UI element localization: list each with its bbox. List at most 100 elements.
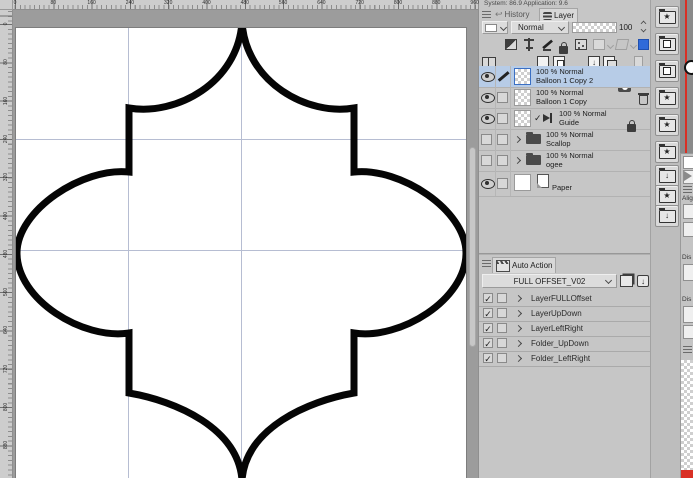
action-set-select[interactable]: FULL OFFSET_V02 — [482, 274, 617, 288]
distribute-label: Dis — [682, 254, 692, 261]
toggle-checkbox[interactable] — [497, 338, 507, 348]
material-favorites-button[interactable]: ★ — [655, 6, 679, 28]
ruler-label: 80 — [50, 0, 57, 6]
layer-name: ogee — [546, 159, 563, 169]
toggle-checkbox[interactable] — [497, 323, 507, 333]
tab-layer[interactable]: Layer — [539, 8, 579, 22]
material-3d-button[interactable] — [655, 60, 679, 82]
material-folder-button[interactable]: ★ — [655, 87, 679, 109]
visibility-eye-icon[interactable] — [481, 179, 495, 189]
action-row[interactable]: ✓ LayerFULLOffset — [479, 291, 650, 307]
material-download-button[interactable]: ↓ — [655, 165, 679, 187]
enabled-checkbox[interactable]: ✓ — [483, 293, 493, 304]
expand-chevron-icon[interactable] — [514, 294, 523, 303]
layer-row-balloon-1-copy-2[interactable]: 100 % Normal Balloon 1 Copy 2 — [479, 66, 650, 88]
expand-chevron-icon[interactable] — [514, 324, 523, 333]
select-checkbox[interactable] — [497, 92, 508, 103]
visibility-checkbox[interactable] — [481, 134, 492, 145]
expand-chevron-icon[interactable] — [513, 135, 522, 144]
enable-mask-icon[interactable] — [593, 39, 605, 50]
system-status-text: System: 86.9 Application: 9.6 — [484, 0, 568, 7]
toggle-checkbox[interactable] — [497, 353, 507, 363]
chevron-down-icon — [499, 23, 508, 32]
import-action-icon[interactable]: ↓ — [637, 275, 649, 287]
new-action-set-icon[interactable] — [620, 275, 633, 287]
layer-thumbnail[interactable] — [514, 68, 531, 85]
action-name: LayerLeftRight — [531, 324, 584, 333]
chevron-down-icon[interactable] — [606, 41, 615, 50]
visibility-eye-icon[interactable] — [481, 93, 495, 103]
visibility-eye-icon[interactable] — [481, 114, 495, 124]
preview-box[interactable] — [683, 170, 693, 184]
reference-layer-icon[interactable] — [523, 38, 535, 51]
document-canvas[interactable] — [15, 27, 467, 478]
tab-history[interactable]: ↩ History — [492, 8, 532, 21]
layer-palette-menu-button[interactable] — [482, 11, 491, 18]
ruler-label: 720 — [355, 0, 364, 6]
partial-circle-shape — [684, 60, 693, 75]
action-name: Folder_LeftRight — [531, 354, 591, 363]
draft-layer-icon[interactable] — [541, 38, 553, 51]
enabled-checkbox[interactable]: ✓ — [483, 353, 493, 364]
expand-chevron-icon[interactable] — [513, 156, 522, 165]
expand-chevron-icon[interactable] — [514, 309, 523, 318]
palette-color-combo[interactable] — [482, 21, 508, 34]
action-row[interactable]: ✓ Folder_UpDown — [479, 336, 650, 352]
layer-palette: ↩ History Layer Normal 100 ↓ 100 % Norma… — [479, 8, 651, 255]
action-row[interactable]: ✓ LayerLeftRight — [479, 321, 650, 337]
select-checkbox[interactable] — [497, 113, 508, 124]
action-row[interactable]: ✓ LayerUpDown — [479, 306, 650, 322]
ruler-label: 320 — [164, 0, 173, 6]
canvas-viewport[interactable] — [13, 10, 478, 478]
tab-auto-action[interactable]: Auto Action — [492, 257, 557, 273]
material-download-button[interactable]: ↓ — [655, 205, 679, 227]
align-input[interactable] — [683, 222, 693, 237]
select-checkbox[interactable] — [497, 134, 508, 145]
material-folder-button[interactable]: ★ — [655, 185, 679, 207]
layer-thumbnail[interactable] — [514, 110, 531, 127]
toggle-checkbox[interactable] — [497, 308, 507, 318]
distribute-input[interactable] — [683, 306, 693, 323]
canvas-vertical-scrollbar[interactable] — [469, 147, 476, 347]
enabled-checkbox[interactable]: ✓ — [483, 323, 493, 334]
align-input[interactable] — [683, 204, 693, 219]
layer-row-ogee-folder[interactable]: 100 % Normal ogee — [479, 150, 650, 172]
layer-row-scallop-folder[interactable]: 100 % Normal Scallop — [479, 129, 650, 151]
enabled-checkbox[interactable]: ✓ — [483, 308, 493, 319]
clip-to-layer-below-icon[interactable] — [505, 39, 517, 50]
layer-color-icon[interactable] — [638, 39, 649, 50]
material-folder-button[interactable]: ★ — [655, 141, 679, 163]
layer-row-guide[interactable]: ✓ 100 % Normal Guide — [479, 108, 650, 132]
visibility-eye-icon[interactable] — [481, 72, 495, 82]
lock-transparent-pixels-icon[interactable] — [575, 39, 587, 50]
material-folder-button[interactable]: ★ — [655, 114, 679, 136]
action-row[interactable]: ✓ Folder_LeftRight — [479, 351, 650, 367]
lock-layer-icon[interactable] — [559, 42, 568, 54]
material-3d-button[interactable] — [655, 33, 679, 55]
toggle-checkbox[interactable] — [497, 293, 507, 303]
layer-thumbnail[interactable] — [514, 174, 531, 191]
opacity-slider[interactable] — [572, 22, 617, 33]
visibility-checkbox[interactable] — [481, 155, 492, 166]
opacity-spinner[interactable]: 100 — [619, 20, 648, 34]
layer-row-balloon-1-copy[interactable]: 100 % Normal Balloon 1 Copy — [479, 87, 650, 109]
transparency-preview — [681, 360, 693, 470]
layer-thumbnail[interactable] — [514, 89, 531, 106]
chevron-down-icon[interactable] — [629, 41, 638, 50]
layer-name: Scallop — [546, 138, 571, 148]
distribute-input[interactable] — [683, 264, 693, 281]
palette-dock-buttons: ★ ★ ★ ★ ↓ ★ ↓ — [650, 0, 680, 478]
blend-mode-select[interactable]: Normal — [511, 21, 569, 34]
layer-row-paper[interactable]: Paper — [479, 171, 650, 197]
auto-action-menu-button[interactable] — [482, 260, 491, 267]
ogee-balloon-outline — [16, 28, 466, 478]
expand-chevron-icon[interactable] — [514, 339, 523, 348]
expand-chevron-icon[interactable] — [514, 354, 523, 363]
preview-box[interactable] — [683, 156, 693, 169]
enabled-checkbox[interactable]: ✓ — [483, 338, 493, 349]
ruler-label: 0 — [13, 0, 17, 6]
distribute-input[interactable] — [683, 325, 693, 339]
ruler-range-icon[interactable] — [614, 39, 630, 50]
select-checkbox[interactable] — [497, 155, 508, 166]
select-checkbox[interactable] — [497, 178, 508, 189]
